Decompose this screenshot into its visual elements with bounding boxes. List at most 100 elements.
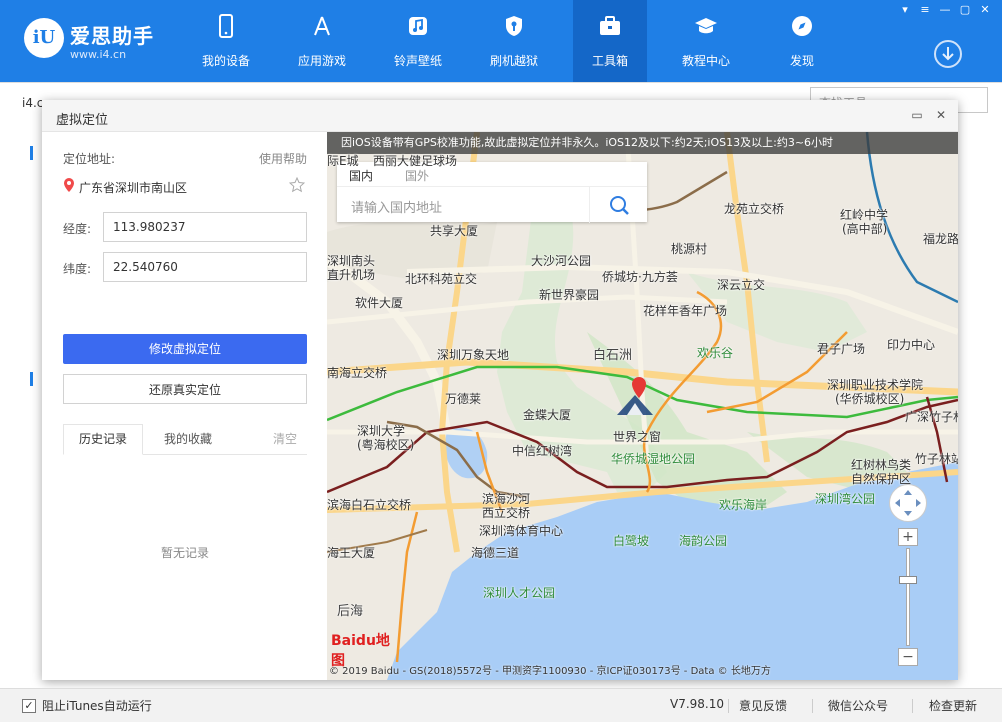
map-label: 滨海白石立交桥	[327, 498, 412, 512]
itunes-block-label[interactable]: 阻止iTunes自动运行	[42, 697, 152, 714]
map-label: 欢乐海岸	[719, 498, 768, 512]
map-view[interactable]: 因iOS设备带有GPS校准功能,故此虚拟定位并非永久。iOS12及以下:约2天;…	[327, 132, 958, 680]
map-label: 海韵公园	[679, 534, 728, 548]
map-label: 金蝶大厦	[523, 408, 572, 422]
download-manager-icon[interactable]	[934, 40, 962, 68]
map-tab-domestic[interactable]: 国内	[349, 167, 373, 184]
close-window-icon[interactable]: ✕	[978, 4, 992, 16]
map-label: 白鹭坡	[613, 534, 650, 548]
dialog-title-bar: 虚拟定位 ▭ ✕	[42, 100, 958, 132]
map-label: 西丽大健足球场	[373, 154, 458, 168]
map-label: 龙苑立交桥	[724, 202, 785, 216]
zoom-control: + −	[898, 528, 918, 670]
modify-virtual-location-button[interactable]: 修改虚拟定位	[63, 334, 307, 364]
map-label: 深圳湾体育中心	[479, 524, 564, 538]
tab-favorites[interactable]: 我的收藏	[148, 424, 228, 455]
map-label: (华侨城校区)	[835, 392, 905, 406]
location-panel: 定位地址: 使用帮助 广东省深圳市南山区 经度: 纬度: 修改虚拟定位 还原真实…	[42, 132, 327, 680]
restore-real-location-button[interactable]: 还原真实定位	[63, 374, 307, 404]
location-marker	[613, 377, 657, 417]
zoom-slider-thumb[interactable]	[899, 576, 917, 584]
shield-key-icon	[502, 14, 526, 38]
feedback-link[interactable]: 意见反馈	[739, 697, 787, 714]
baidu-map-logo: Baidu地图	[331, 633, 390, 669]
nav-item-6[interactable]: 教程中心	[669, 0, 743, 82]
map-label: 深圳湾公园	[815, 492, 876, 506]
dialog-title: 虚拟定位	[56, 113, 109, 128]
map-label: 侨城坊·九方荟	[602, 270, 678, 284]
zoom-slider-rail[interactable]	[906, 548, 910, 646]
nav-item-4[interactable]: 刷机越狱	[477, 0, 551, 82]
itunes-block-checkbox[interactable]: ✓	[22, 699, 36, 713]
top-navigation-bar: iU 爱思助手 www.i4.cn 我的设备 应用游戏 铃声壁纸 刷机越狱 工具箱 教程中…	[0, 0, 1002, 82]
map-label: 花样年香年广场	[643, 304, 728, 318]
map-label: 深圳人才公园	[483, 586, 556, 600]
location-label: 定位地址:	[63, 152, 116, 166]
nav-item-2[interactable]: 应用游戏	[285, 0, 359, 82]
app-name: 爱思助手	[70, 24, 154, 48]
gps-calibration-notice: 因iOS设备带有GPS校准功能,故此虚拟定位并非永久。iOS12及以下:约2天;…	[327, 132, 958, 154]
nav-item-label: 教程中心	[681, 54, 730, 68]
latitude-label: 纬度:	[63, 262, 92, 276]
map-label: 竹子林站	[915, 452, 958, 466]
map-label: 印力中心	[887, 338, 936, 352]
graduation-cap-icon	[694, 14, 718, 38]
check-update-link[interactable]: 检查更新	[929, 697, 977, 714]
dialog-maximize-icon[interactable]: ▭	[910, 108, 924, 122]
nav-item-label: 刷机越狱	[489, 54, 538, 68]
map-label: (高中部)	[842, 222, 888, 236]
compass-icon	[790, 14, 814, 38]
map-label: 福龙路	[923, 232, 958, 246]
map-label: 世界之窗	[613, 430, 662, 444]
menu-icon[interactable]: ≡	[918, 4, 932, 16]
map-label: 新世界豪园	[539, 288, 600, 302]
app-store-icon	[310, 14, 334, 38]
map-label: 际E城	[327, 154, 359, 168]
wechat-link[interactable]: 微信公众号	[828, 697, 888, 714]
version-text: V7.98.10	[670, 697, 725, 711]
map-label: 海德三道	[471, 546, 520, 560]
map-label: 君子广场	[817, 342, 866, 356]
nav-item-7[interactable]: 发现	[765, 0, 839, 82]
map-label: 桃源村	[671, 242, 708, 256]
map-label: 中信红树湾	[512, 444, 573, 458]
help-link[interactable]: 使用帮助	[259, 150, 307, 167]
nav-item-1[interactable]: 我的设备	[189, 0, 263, 82]
latitude-input[interactable]	[103, 252, 307, 282]
skin-icon[interactable]: ▾	[898, 4, 912, 16]
map-label: 软件大厦	[355, 296, 404, 310]
search-icon	[610, 196, 629, 215]
favorite-star-icon[interactable]	[288, 176, 306, 193]
music-note-icon	[406, 14, 430, 38]
map-label: 深圳万象天地	[437, 348, 510, 362]
map-label: 海王大厦	[327, 546, 376, 560]
zoom-in-button[interactable]: +	[898, 528, 918, 546]
map-label: 西立交桥	[482, 506, 531, 520]
dialog-close-icon[interactable]: ✕	[934, 108, 948, 122]
map-label: 北环科苑立交	[405, 272, 478, 286]
app-url: www.i4.cn	[70, 48, 127, 61]
map-search-button[interactable]	[589, 187, 647, 223]
map-search-box: 国内 国外 请输入国内地址	[337, 162, 647, 223]
status-bar: ✓ 阻止iTunes自动运行 V7.98.10 意见反馈 微信公众号 检查更新	[0, 688, 1002, 722]
maximize-icon[interactable]: ▢	[958, 4, 972, 16]
map-label: 共享大厦	[430, 224, 479, 238]
pan-control[interactable]	[889, 484, 927, 522]
map-tab-foreign[interactable]: 国外	[405, 167, 429, 184]
clear-button[interactable]: 清空	[273, 424, 297, 455]
map-label: 深云立交	[717, 278, 766, 292]
map-search-input[interactable]: 请输入国内地址	[351, 197, 442, 216]
empty-records-text: 暂无记录	[160, 546, 209, 560]
map-search-row: 请输入国内地址	[337, 186, 647, 223]
location-pin-icon	[63, 178, 75, 192]
nav-item-label: 我的设备	[201, 54, 250, 68]
nav-item-3[interactable]: 铃声壁纸	[381, 0, 455, 82]
longitude-input[interactable]	[103, 212, 307, 242]
nav-item-label: 工具箱	[591, 54, 628, 68]
divider	[728, 699, 729, 713]
tab-history[interactable]: 历史记录	[63, 424, 143, 455]
minimize-icon[interactable]: —	[938, 4, 952, 16]
zoom-out-button[interactable]: −	[898, 648, 918, 666]
nav-item-5[interactable]: 工具箱	[573, 0, 647, 82]
section-marker	[30, 372, 33, 386]
